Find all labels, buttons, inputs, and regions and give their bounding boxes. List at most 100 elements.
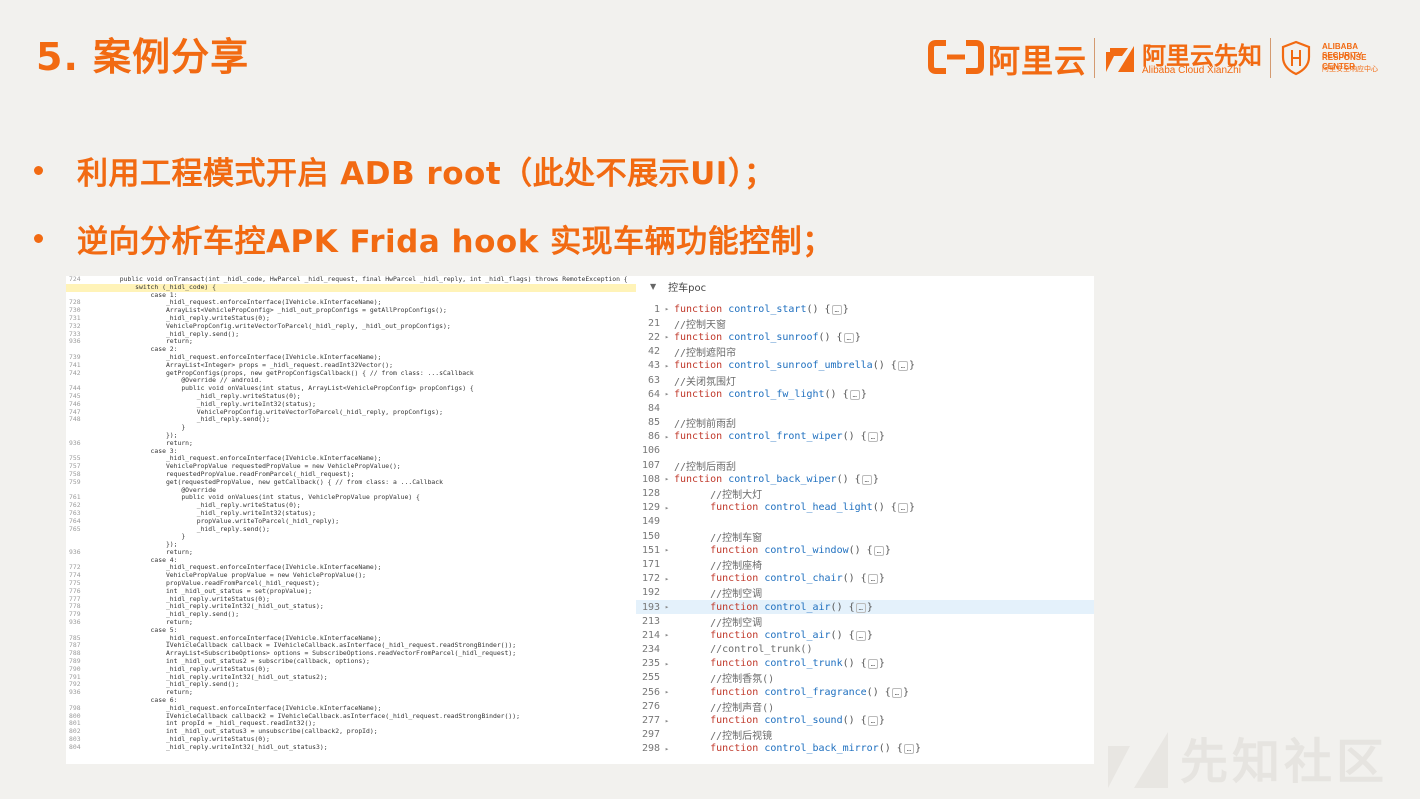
collapsed-body-badge[interactable]: … (849, 389, 860, 400)
poc-file-header[interactable]: ▼ 控车poc (636, 276, 1094, 296)
collapsed-body-badge[interactable]: … (867, 432, 878, 443)
watermark-logo-icon (1108, 732, 1168, 788)
line-number: 151 (641, 544, 660, 556)
fold-arrow-icon[interactable]: ▸ (660, 660, 674, 668)
fold-arrow-icon[interactable]: ▸ (660, 546, 674, 554)
poc-code-line[interactable]: 171 //控制座椅 (636, 557, 1094, 572)
poc-code-line[interactable]: 150 //控制车窗 (636, 529, 1094, 544)
fold-arrow-icon[interactable]: ▸ (660, 717, 674, 725)
collapsed-body-badge[interactable]: … (897, 361, 908, 372)
fold-arrow-icon[interactable]: ▸ (660, 305, 674, 313)
fold-arrow-icon[interactable]: ▸ (660, 745, 674, 753)
line-number: 298 (641, 743, 660, 755)
poc-script-panel[interactable]: ▼ 控车poc 1 ▸ function control_start() {…} 21… (636, 276, 1094, 764)
keyword: function (710, 573, 759, 585)
poc-code-line[interactable]: 1 ▸ function control_start() {…} (636, 302, 1094, 316)
collapsed-body-badge[interactable]: … (867, 716, 878, 727)
poc-code-line[interactable]: 297 //控制后视镜 (636, 728, 1094, 742)
poc-code-line[interactable]: 213 //控制空调 (636, 614, 1094, 629)
keyword: function (710, 629, 759, 641)
poc-code-line[interactable]: 128 //控制大灯 (636, 486, 1094, 501)
collapsed-body-badge[interactable]: … (843, 332, 854, 343)
function-name: control_back_wiper (722, 473, 837, 485)
poc-code-line[interactable]: 86 ▸ function control_front_wiper() {…} (636, 430, 1094, 444)
poc-code-text: function control_fw_light() {…} (674, 388, 867, 400)
logo-divider (1270, 38, 1271, 78)
bullet-text: 利用工程模式开启 ADB root（此处不展示UI）； (77, 155, 776, 192)
fold-arrow-icon[interactable]: ▸ (660, 362, 674, 370)
collapse-triangle-icon[interactable]: ▼ (650, 282, 656, 291)
collapsed-body-badge[interactable]: … (855, 602, 866, 613)
fold-arrow-icon[interactable]: ▸ (660, 390, 674, 398)
collapsed-body-badge[interactable]: … (891, 687, 902, 698)
line-number: 213 (641, 615, 660, 627)
poc-code-line[interactable]: 172 ▸ function control_chair() {…} (636, 572, 1094, 586)
poc-code-line[interactable]: 64 ▸ function control_fw_light() {…} (636, 387, 1094, 401)
poc-code-line[interactable]: 85 //控制前雨刮 (636, 416, 1094, 430)
poc-code-line[interactable]: 276 //控制声音() (636, 699, 1094, 714)
fold-arrow-icon[interactable]: ▸ (660, 631, 674, 639)
bullet-dot-icon (34, 233, 43, 243)
line-number: 234 (641, 644, 660, 656)
line-number (66, 533, 89, 541)
poc-code-line[interactable]: 256 ▸ function control_fragrance() {…} (636, 685, 1094, 699)
collapsed-body-badge[interactable]: … (903, 744, 915, 755)
line-number: 1 (653, 303, 660, 315)
collapsed-body-badge[interactable]: … (855, 630, 866, 641)
function-name: control_fw_light (722, 388, 825, 400)
poc-code-line[interactable]: 42 //控制遮阳帘 (636, 345, 1094, 359)
decompiled-java-code-panel[interactable]: 724 public void onTransact(int _hidl_cod… (66, 276, 636, 764)
collapsed-body-badge[interactable]: … (861, 474, 872, 485)
poc-code-line[interactable]: 277 ▸ function control_sound() {…} (636, 713, 1094, 727)
collapsed-body-badge[interactable]: … (897, 503, 908, 514)
line-number: 804 (69, 742, 81, 751)
asrc-text-line3: 阿里安全响应中心 (1322, 65, 1378, 73)
function-name: control_head_light (758, 502, 873, 514)
poc-code-line[interactable]: 235 ▸ function control_trunk() {…} (636, 657, 1094, 671)
poc-code-text: function control_trunk() {…} (710, 658, 885, 670)
poc-code-text: function control_chair() {…} (710, 573, 885, 585)
poc-code-line[interactable]: 22 ▸ function control_sunroof() {…} (636, 330, 1094, 344)
poc-code-line[interactable]: 107 //控制后雨刮 (636, 458, 1094, 473)
poc-code-line[interactable]: 63 //关闭氛围灯 (636, 373, 1094, 388)
code-comment: //控制声音() (674, 702, 775, 714)
poc-code-line[interactable]: 193 ▸ function control_air() {…} (636, 599, 1094, 615)
fold-arrow-icon[interactable]: ▸ (660, 333, 674, 341)
poc-code-text: function control_sunroof() {…} (674, 331, 861, 343)
poc-code-line[interactable]: 192 //控制空调 (636, 586, 1094, 600)
line-number (66, 424, 89, 432)
poc-code-text: function control_air() {…} (710, 629, 873, 641)
fold-arrow-icon[interactable]: ▸ (660, 603, 674, 611)
bullet-list: 利用工程模式开启 ADB root（此处不展示UI）； 逆向分析车控APK Fr… (34, 146, 834, 282)
poc-code-line[interactable]: 21 //控制天窗 (636, 316, 1094, 331)
poc-code-line[interactable]: 43 ▸ function control_sunroof_umbrella() {… (636, 359, 1094, 373)
poc-code-line[interactable]: 84 (636, 401, 1094, 415)
bullet-dot-icon (34, 165, 43, 175)
poc-code-text: function control_start() {…} (674, 303, 849, 315)
fold-arrow-icon[interactable]: ▸ (660, 688, 674, 696)
poc-code-line[interactable]: 149 (636, 515, 1094, 529)
poc-code-text: //控制车窗 (674, 529, 762, 544)
collapsed-body-badge[interactable]: … (873, 545, 884, 556)
poc-code-line[interactable]: 129 ▸ function control_head_light() {…} (636, 501, 1094, 515)
collapsed-body-badge[interactable]: … (831, 304, 842, 315)
line-number: 255 (641, 672, 660, 684)
poc-code-line[interactable]: 214 ▸ function control_air() {…} (636, 628, 1094, 642)
poc-code-line[interactable]: 255 //控制香氛() (636, 671, 1094, 685)
collapsed-body-badge[interactable]: … (867, 574, 878, 585)
line-number: 64 (647, 388, 660, 400)
poc-code-text: //控制空调 (674, 614, 762, 629)
fold-arrow-icon[interactable]: ▸ (660, 475, 674, 483)
poc-code-line[interactable]: 108 ▸ function control_back_wiper() {…} (636, 472, 1094, 486)
fold-arrow-icon[interactable]: ▸ (660, 433, 674, 441)
poc-code-line[interactable]: 234 //control_trunk() (636, 643, 1094, 657)
poc-code-line[interactable]: 298 ▸ function control_back_mirror() {…} (636, 742, 1094, 756)
poc-code-line[interactable]: 106 (636, 444, 1094, 458)
collapsed-body-badge[interactable]: … (867, 659, 878, 670)
fold-arrow-icon[interactable]: ▸ (660, 575, 674, 583)
fold-arrow-icon[interactable]: ▸ (660, 504, 674, 512)
line-number: 107 (641, 459, 660, 471)
poc-code-text: //控制香氛() (674, 670, 774, 685)
line-number: 86 (647, 431, 660, 443)
poc-code-line[interactable]: 151 ▸ function control_window() {…} (636, 543, 1094, 557)
